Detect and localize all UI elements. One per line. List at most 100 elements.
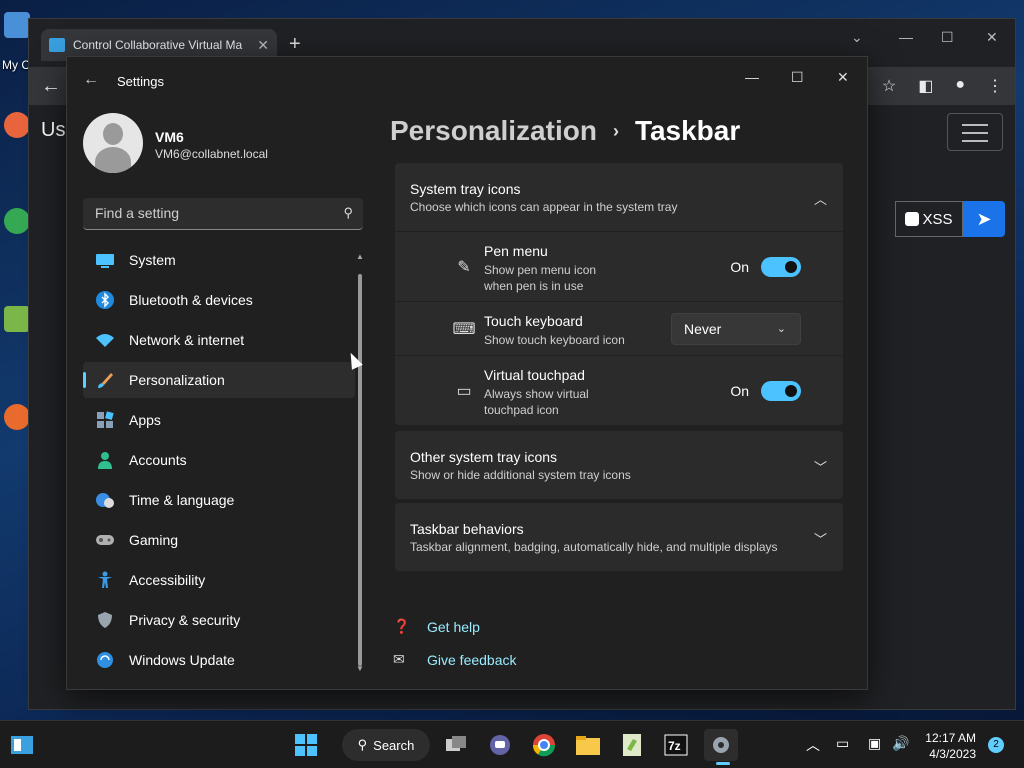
settings-titlebar: ← Settings — ☐ ✕ xyxy=(67,57,867,105)
give-feedback-link[interactable]: ✉ Give feedback xyxy=(393,643,517,676)
desktop-icon-label: My C xyxy=(2,58,30,72)
scrollbar-thumb[interactable] xyxy=(358,274,362,666)
pen-icon: ✎ xyxy=(457,259,471,276)
browser-maximize-icon[interactable]: ☐ xyxy=(941,29,954,46)
touch-keyboard-dropdown[interactable]: Never ⌄ xyxy=(671,313,801,345)
nav-item-accounts[interactable]: Accounts xyxy=(83,442,355,478)
row-subtitle-2: touchpad icon xyxy=(484,403,559,417)
profile-icon[interactable]: ● xyxy=(955,76,965,96)
keyboard-icon: ⌨ xyxy=(452,321,476,338)
settings-search[interactable]: ⚲ xyxy=(83,198,363,230)
checkbox-icon xyxy=(905,212,920,226)
toggle-switch[interactable] xyxy=(761,257,801,277)
toggle-state: On xyxy=(730,383,749,399)
chevron-up-icon[interactable]: ︿ xyxy=(806,735,820,755)
help-links: ❓ Get help ✉ Give feedback xyxy=(393,610,517,676)
chat-icon[interactable] xyxy=(486,729,514,761)
breadcrumb-parent[interactable]: Personalization xyxy=(390,115,597,147)
svg-text:7z: 7z xyxy=(668,739,681,753)
browser-close-icon[interactable]: ✕ xyxy=(986,29,998,46)
bookmark-star-icon[interactable]: ☆ xyxy=(882,76,896,96)
virtual-touchpad-row: ▭ Virtual touchpad Always show virtual t… xyxy=(395,355,843,425)
nav-item-accessibility[interactable]: Accessibility xyxy=(83,562,355,598)
clock[interactable]: 12:17 AM 4/3/2023 xyxy=(916,730,976,762)
browser-back-icon[interactable]: ← xyxy=(41,75,61,98)
nav-item-time-language[interactable]: Time & language xyxy=(83,482,355,518)
get-help-link[interactable]: ❓ Get help xyxy=(393,610,517,643)
card-subtitle: Show or hide additional system tray icon… xyxy=(410,468,631,482)
tab-close-icon[interactable]: ✕ xyxy=(257,37,269,54)
system-tray-icons-header[interactable]: System tray icons Choose which icons can… xyxy=(395,163,843,231)
nav-item-windows-update[interactable]: Windows Update xyxy=(83,642,355,678)
new-tab-button[interactable]: + xyxy=(289,33,301,56)
toggle-state: On xyxy=(730,259,749,275)
start-button[interactable] xyxy=(292,729,320,761)
browser-toolbar-actions: ☆ ◧ ● ⋮ xyxy=(882,76,1003,96)
side-panel-icon[interactable]: ◧ xyxy=(918,76,933,96)
task-view-icon[interactable] xyxy=(442,729,470,761)
nav-label: Time & language xyxy=(129,492,235,508)
virtual-touchpad-toggle[interactable]: On xyxy=(730,381,801,401)
nav-label: Privacy & security xyxy=(129,612,241,628)
gamepad-icon xyxy=(95,531,115,549)
shield-icon xyxy=(95,611,115,629)
nav-item-gaming[interactable]: Gaming xyxy=(83,522,355,558)
scroll-down-icon[interactable]: ▼ xyxy=(356,664,364,673)
card-subtitle: Choose which icons can appear in the sys… xyxy=(410,200,678,214)
pen-menu-row: ✎ Pen menu Show pen menu icon when pen i… xyxy=(395,231,843,301)
monitor-icon xyxy=(49,38,65,52)
taskbar-behaviors-card[interactable]: Taskbar behaviors Taskbar alignment, bad… xyxy=(395,503,843,571)
taskbar-search[interactable]: ⚲ Search xyxy=(342,729,430,761)
network-icon[interactable]: ▣ xyxy=(868,735,881,752)
settings-taskbar-icon[interactable] xyxy=(704,729,738,765)
notification-badge[interactable]: 2 xyxy=(988,737,1004,753)
tab-search-icon[interactable]: ⌄ xyxy=(851,29,863,46)
keyboard-icon[interactable]: ▭ xyxy=(836,735,849,752)
clock-time: 12:17 AM xyxy=(925,731,976,745)
chevron-down-icon: ﹀ xyxy=(813,460,827,475)
chrome-icon[interactable] xyxy=(530,729,558,761)
apps-icon xyxy=(95,411,115,429)
send-button[interactable]: ➤ xyxy=(963,201,1005,237)
kebab-menu-icon[interactable]: ⋮ xyxy=(987,76,1003,96)
nav-item-apps[interactable]: Apps xyxy=(83,402,355,438)
file-explorer-icon[interactable] xyxy=(574,729,602,761)
widgets-icon[interactable] xyxy=(8,729,36,761)
pen-menu-toggle[interactable]: On xyxy=(730,257,801,277)
search-input[interactable] xyxy=(83,198,323,228)
tab-title: Control Collaborative Virtual Ma xyxy=(73,38,243,52)
nav-label: Bluetooth & devices xyxy=(129,292,253,308)
nav-item-network[interactable]: Network & internet xyxy=(83,322,355,358)
nav-item-system[interactable]: System xyxy=(83,242,355,278)
nav-scrollbar[interactable]: ▲ ▼ xyxy=(356,252,364,674)
close-button[interactable]: ✕ xyxy=(837,69,849,86)
hamburger-menu-icon[interactable] xyxy=(947,113,1003,151)
search-icon[interactable]: ⚲ xyxy=(343,205,353,221)
nav-item-personalization[interactable]: Personalization xyxy=(83,362,355,398)
settings-window: ← Settings — ☐ ✕ VM6 VM6@collabnet.local… xyxy=(66,56,868,690)
row-subtitle-2: when pen is in use xyxy=(484,279,584,293)
scroll-up-icon[interactable]: ▲ xyxy=(356,252,364,261)
nav-item-privacy[interactable]: Privacy & security xyxy=(83,602,355,638)
maximize-button[interactable]: ☐ xyxy=(791,69,804,86)
volume-icon[interactable]: 🔊 xyxy=(892,735,909,752)
nav-item-bluetooth[interactable]: Bluetooth & devices xyxy=(83,282,355,318)
link-label: Get help xyxy=(427,618,480,635)
globe-clock-icon xyxy=(95,491,115,509)
xss-checkbox[interactable]: XSS xyxy=(895,201,963,237)
7zip-icon[interactable]: 7z xyxy=(662,729,690,761)
back-button[interactable]: ← xyxy=(83,71,99,89)
other-system-tray-icons-card[interactable]: Other system tray icons Show or hide add… xyxy=(395,431,843,499)
accounts-icon xyxy=(95,451,115,469)
minimize-button[interactable]: — xyxy=(745,69,759,85)
accessibility-icon xyxy=(95,571,115,589)
xss-label: XSS xyxy=(922,210,953,228)
browser-minimize-icon[interactable]: — xyxy=(899,29,913,45)
user-profile[interactable]: VM6 VM6@collabnet.local xyxy=(83,113,363,175)
firefox-icon xyxy=(4,112,30,138)
clock-date: 4/3/2023 xyxy=(929,747,976,761)
chrome-icon xyxy=(4,208,30,234)
toggle-switch[interactable] xyxy=(761,381,801,401)
notepad-plus-icon[interactable] xyxy=(618,729,646,761)
update-icon xyxy=(95,651,115,669)
